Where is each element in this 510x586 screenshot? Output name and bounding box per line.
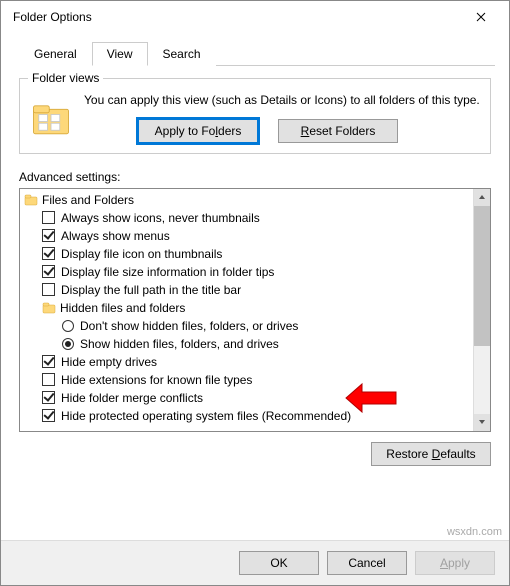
tree-row[interactable]: Always show icons, never thumbnails bbox=[20, 209, 473, 227]
tree-list[interactable]: Files and Folders Always show icons, neve… bbox=[20, 189, 473, 431]
checkbox[interactable] bbox=[42, 211, 55, 224]
folder-icon bbox=[42, 301, 56, 315]
window-title: Folder Options bbox=[9, 10, 461, 24]
folder-options-dialog: Folder Options General View Search Folde… bbox=[0, 0, 510, 586]
titlebar: Folder Options bbox=[1, 1, 509, 33]
tree-row-label: Hide folder merge conflicts bbox=[61, 391, 203, 405]
checkbox[interactable] bbox=[42, 283, 55, 296]
close-icon bbox=[476, 12, 486, 22]
cancel-button[interactable]: Cancel bbox=[327, 551, 407, 575]
folder-views-text: You can apply this view (such as Details… bbox=[84, 93, 480, 109]
ok-button[interactable]: OK bbox=[239, 551, 319, 575]
tree-row[interactable]: Hide empty drives bbox=[20, 353, 473, 371]
tree-row-label: Hide protected operating system files (R… bbox=[61, 409, 351, 423]
tree-row[interactable]: Display the full path in the title bar bbox=[20, 281, 473, 299]
folder-views-label: Folder views bbox=[28, 71, 103, 85]
tree-row: Hidden files and folders bbox=[20, 299, 473, 317]
folder-views-icon bbox=[30, 97, 72, 139]
tree-row[interactable]: Display file size information in folder … bbox=[20, 263, 473, 281]
close-button[interactable] bbox=[461, 3, 501, 31]
checkbox[interactable] bbox=[42, 409, 55, 422]
scroll-thumb[interactable] bbox=[474, 206, 490, 346]
tree-row-label: Hide extensions for known file types bbox=[61, 373, 252, 387]
tree-row-label: Don't show hidden files, folders, or dri… bbox=[80, 319, 298, 333]
tree-row-label: Hidden files and folders bbox=[60, 301, 185, 315]
tree-row-label: Files and Folders bbox=[42, 193, 134, 207]
apply-button[interactable]: Apply bbox=[415, 551, 495, 575]
tree-row[interactable]: Display file icon on thumbnails bbox=[20, 245, 473, 263]
radio[interactable] bbox=[62, 320, 74, 332]
checkbox[interactable] bbox=[42, 391, 55, 404]
watermark: wsxdn.com bbox=[447, 526, 502, 538]
tree-row: Files and Folders bbox=[20, 191, 473, 209]
tab-view[interactable]: View bbox=[92, 42, 148, 66]
scrollbar[interactable] bbox=[473, 189, 490, 431]
checkbox[interactable] bbox=[42, 373, 55, 386]
advanced-settings-label: Advanced settings: bbox=[19, 170, 491, 184]
tree-row-label: Hide empty drives bbox=[61, 355, 157, 369]
advanced-settings-tree: Files and Folders Always show icons, neve… bbox=[19, 188, 491, 432]
tree-row-label: Display file icon on thumbnails bbox=[61, 247, 222, 261]
checkbox[interactable] bbox=[42, 247, 55, 260]
tree-row[interactable]: Always show menus bbox=[20, 227, 473, 245]
tree-row[interactable]: Don't show hidden files, folders, or dri… bbox=[20, 317, 473, 335]
tree-row-label: Always show menus bbox=[61, 229, 170, 243]
apply-to-folders-button[interactable]: Apply to Folders bbox=[138, 119, 258, 143]
scroll-down-button[interactable] bbox=[474, 414, 490, 431]
tree-row[interactable]: Hide folder merge conflicts bbox=[20, 389, 473, 407]
reset-folders-button[interactable]: Reset Folders bbox=[278, 119, 398, 143]
dialog-content: General View Search Folder views You can… bbox=[1, 33, 509, 540]
folder-icon bbox=[24, 193, 38, 207]
tree-row[interactable]: Hide protected operating system files (R… bbox=[20, 407, 473, 425]
checkbox[interactable] bbox=[42, 355, 55, 368]
restore-defaults-button[interactable]: Restore Defaults bbox=[371, 442, 491, 466]
tree-row[interactable]: Hide extensions for known file types bbox=[20, 371, 473, 389]
tab-search[interactable]: Search bbox=[148, 42, 216, 66]
tree-row-label: Always show icons, never thumbnails bbox=[61, 211, 260, 225]
tab-general[interactable]: General bbox=[19, 42, 92, 66]
folder-views-group: Folder views You can apply this view (su… bbox=[19, 78, 491, 154]
checkbox[interactable] bbox=[42, 265, 55, 278]
checkbox[interactable] bbox=[42, 229, 55, 242]
dialog-footer: OK Cancel Apply bbox=[1, 540, 509, 585]
tab-strip: General View Search bbox=[19, 41, 495, 66]
tree-row-label: Display file size information in folder … bbox=[61, 265, 274, 279]
tree-row-label: Display the full path in the title bar bbox=[61, 283, 241, 297]
scroll-up-button[interactable] bbox=[474, 189, 490, 206]
radio[interactable] bbox=[62, 338, 74, 350]
tree-row[interactable]: Show hidden files, folders, and drives bbox=[20, 335, 473, 353]
tree-row-label: Show hidden files, folders, and drives bbox=[80, 337, 279, 351]
